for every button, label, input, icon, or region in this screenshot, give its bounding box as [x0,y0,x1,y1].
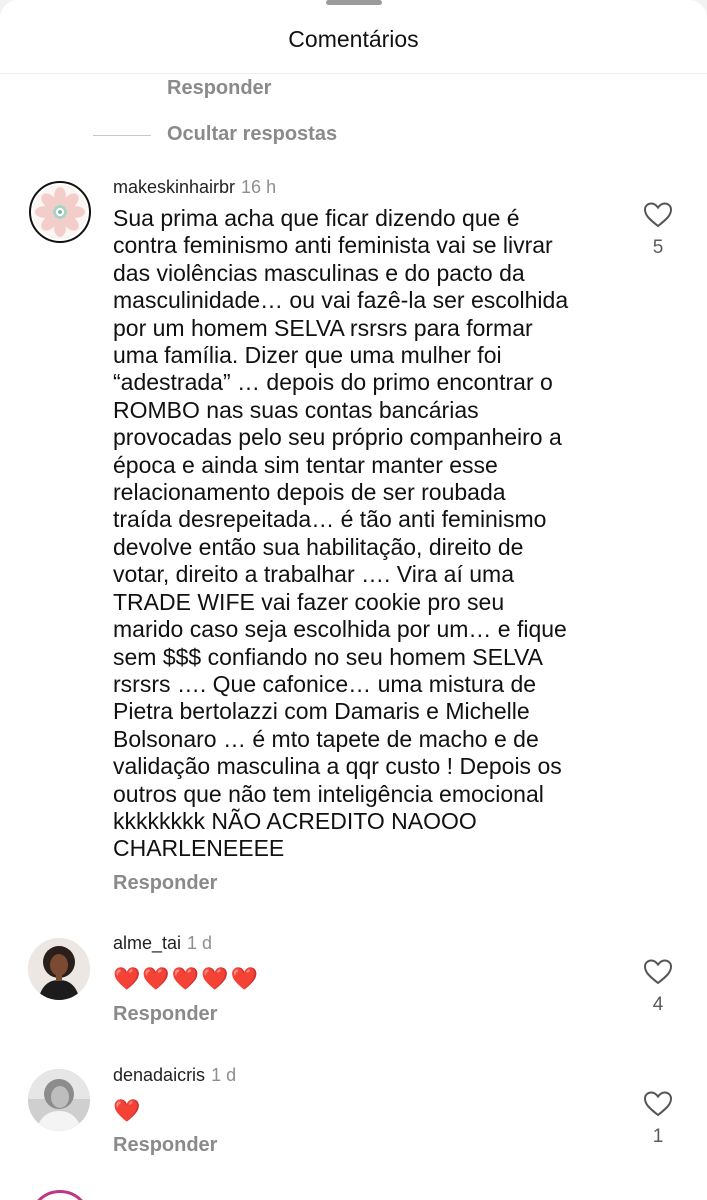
heart-outline-icon[interactable] [643,1090,673,1118]
comment-time: 16 h [241,177,277,197]
sheet-title: Comentários [288,26,419,52]
reply-button[interactable]: Responder [113,1003,217,1026]
like-count: 4 [652,994,664,1015]
avatar-makeskinhairbr[interactable] [29,181,91,243]
comment-time: 1 d [187,933,213,953]
comment-author-line: denadaicris 1 d [113,1065,236,1086]
comment-text: Sua prima acha que ficar dizendo que é c… [113,205,569,862]
reply-button[interactable]: Responder [113,1134,217,1157]
username-makeskinhairbr[interactable]: makeskinhairbr [113,177,235,197]
username-denadaicris[interactable]: denadaicris [113,1065,205,1085]
drag-handle[interactable] [326,0,382,5]
avatar-flower-image [33,185,87,239]
hide-replies-button[interactable]: Ocultar respostas [167,123,337,146]
avatar-photo-image [28,938,90,1000]
like-count: 1 [652,1126,664,1147]
avatar-alme-tai[interactable] [28,938,90,1000]
avatar-denadaicris[interactable] [28,1069,90,1131]
comment-author-line: makeskinhairbr 16 h [113,177,276,198]
comment-text-hearts: ❤️❤️❤️❤️❤️ [113,966,260,991]
heart-outline-icon[interactable] [643,958,673,986]
avatar-next-comment-partial[interactable] [29,1190,91,1200]
like-count: 5 [652,237,664,258]
heart-outline-icon[interactable] [643,201,673,229]
reply-button[interactable]: Responder [113,872,217,895]
reply-button-previous[interactable]: Responder [167,77,271,100]
comment-text-heart: ❤️ [113,1098,143,1123]
comment-author-line: alme_tai 1 d [113,933,212,954]
hide-replies-line [93,135,151,136]
username-alme-tai[interactable]: alme_tai [113,933,181,953]
avatar-photo-image [28,1069,90,1131]
comment-time: 1 d [211,1065,237,1085]
comments-sheet: Comentários Responder Ocultar respostas … [0,0,707,1200]
title-divider [0,73,707,74]
